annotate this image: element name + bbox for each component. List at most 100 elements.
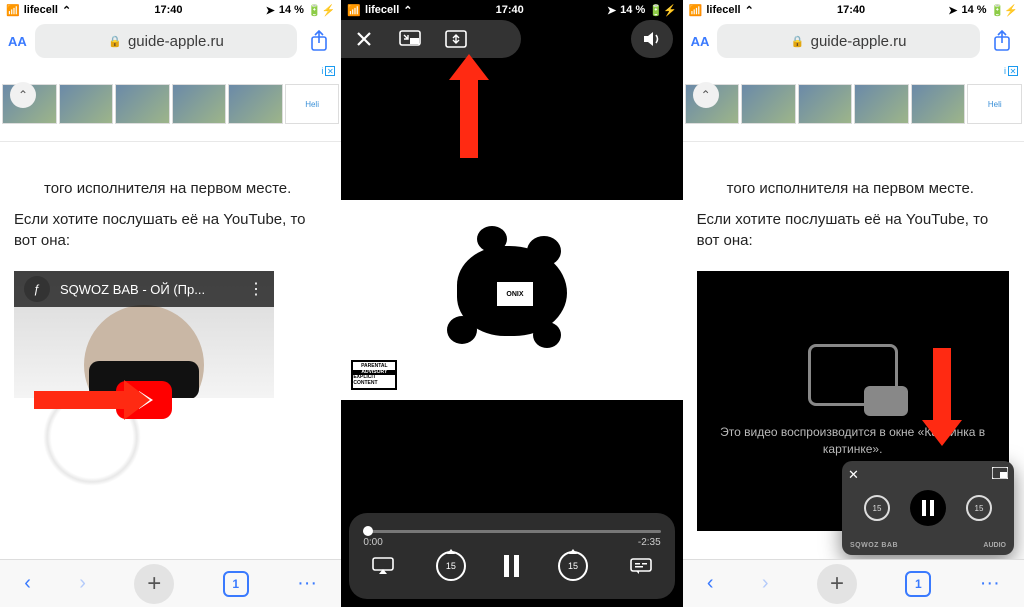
tabs-button[interactable]: 1 bbox=[223, 571, 249, 597]
video-content: ONIX PARENTAL ADVISORY EXPLICIT CONTENT bbox=[341, 200, 682, 400]
ad-thumb[interactable] bbox=[741, 84, 796, 124]
text-size-button[interactable]: AA bbox=[8, 34, 27, 49]
url-field[interactable]: 🔒 guide-apple.ru bbox=[35, 24, 298, 58]
youtube-embed[interactable]: ƒ SQWOZ BAB - ОЙ (Пр... ⋮ bbox=[14, 271, 274, 528]
battery-label: 14 % bbox=[279, 4, 304, 16]
pip-pause-button[interactable] bbox=[910, 490, 946, 526]
article-line-2: Если хотите послушать её на YouTube, то … bbox=[697, 209, 1010, 251]
skip-forward-button[interactable]: 15 bbox=[558, 551, 588, 581]
channel-avatar[interactable]: ƒ bbox=[24, 276, 50, 302]
pip-brand-right: AUDIO bbox=[983, 542, 1006, 549]
volume-button[interactable] bbox=[631, 20, 673, 58]
ad-banner[interactable]: i✕ Heli bbox=[0, 64, 341, 142]
signal-icon: 📶 bbox=[347, 4, 361, 17]
video-artwork: ONIX bbox=[437, 226, 587, 356]
safari-url-bar: AA 🔒 guide-apple.ru bbox=[0, 20, 341, 64]
collapse-button[interactable]: ⌃ bbox=[693, 82, 719, 108]
carrier-label: lifecell bbox=[706, 4, 740, 16]
artwork-label: ONIX bbox=[497, 282, 533, 306]
video-title: SQWOZ BAB - ОЙ (Пр... bbox=[60, 282, 238, 297]
share-button[interactable] bbox=[305, 27, 333, 55]
ad-thumb[interactable] bbox=[228, 84, 283, 124]
pip-skip-forward-button[interactable]: 15 bbox=[966, 495, 992, 521]
carrier-label: lifecell bbox=[365, 4, 399, 16]
ad-thumb[interactable] bbox=[854, 84, 909, 124]
ad-thumb[interactable] bbox=[172, 84, 227, 124]
carrier-label: lifecell bbox=[24, 4, 58, 16]
battery-label: 14 % bbox=[962, 4, 987, 16]
status-time: 17:40 bbox=[754, 4, 948, 16]
safari-toolbar: ‹ › + 1 ··· bbox=[0, 559, 341, 607]
more-icon[interactable]: ⋮ bbox=[248, 279, 264, 299]
ios-status-bar: 📶lifecell⌃ 17:40 ➤14 %🔋⚡ bbox=[683, 0, 1024, 20]
ad-thumb[interactable] bbox=[59, 84, 114, 124]
lock-icon: 🔒 bbox=[108, 35, 122, 48]
captions-button[interactable] bbox=[627, 552, 655, 580]
battery-label: 14 % bbox=[620, 4, 645, 16]
ad-thumb-logo[interactable]: Heli bbox=[285, 84, 340, 124]
article-line-1: того исполнителя на первом месте. bbox=[14, 178, 327, 199]
status-time: 17:40 bbox=[413, 4, 607, 16]
screenshot-fullscreen-player: 📶lifecell⌃ 17:40 ➤14 %🔋⚡ ONIX bbox=[341, 0, 682, 607]
forward-button[interactable]: › bbox=[762, 572, 769, 595]
menu-button[interactable]: ··· bbox=[980, 572, 1000, 595]
wifi-icon: ⌃ bbox=[62, 4, 71, 17]
url-field[interactable]: 🔒 guide-apple.ru bbox=[717, 24, 980, 58]
pip-window[interactable]: ✕ 15 15 SQWOZ BAB AUDIO bbox=[842, 461, 1014, 555]
forward-button[interactable]: › bbox=[79, 572, 86, 595]
tabs-button[interactable]: 1 bbox=[905, 571, 931, 597]
annotation-arrow-play bbox=[34, 380, 150, 420]
ad-label[interactable]: i✕ bbox=[1004, 66, 1018, 76]
share-button[interactable] bbox=[988, 27, 1016, 55]
pip-close-button[interactable]: ✕ bbox=[848, 467, 859, 483]
lock-icon: 🔒 bbox=[791, 35, 805, 48]
screenshot-safari-youtube: 📶 lifecell ⌃ 17:40 ➤ 14 % 🔋⚡ AA 🔒 guide-… bbox=[0, 0, 341, 607]
ad-thumb[interactable] bbox=[911, 84, 966, 124]
player-bottom-controls: 0:00 -2:35 15 15 bbox=[349, 513, 674, 599]
time-remaining: -2:35 bbox=[638, 537, 661, 548]
close-player-button[interactable] bbox=[341, 20, 387, 58]
annotation-arrow-pip-window bbox=[922, 348, 962, 446]
battery-icon: 🔋⚡ bbox=[308, 4, 335, 17]
pip-button[interactable] bbox=[387, 20, 433, 58]
pause-button[interactable] bbox=[504, 555, 519, 577]
safari-url-bar: AA 🔒 guide-apple.ru bbox=[683, 20, 1024, 64]
safari-toolbar: ‹ › + 1 ··· bbox=[683, 559, 1024, 607]
ad-thumb[interactable] bbox=[798, 84, 853, 124]
ios-status-bar: 📶lifecell⌃ 17:40 ➤14 %🔋⚡ bbox=[341, 0, 682, 20]
new-tab-button[interactable]: + bbox=[817, 564, 857, 604]
ad-banner[interactable]: i✕ Heli bbox=[683, 64, 1024, 142]
article-line-2: Если хотите послушать её на YouTube, то … bbox=[14, 209, 327, 251]
time-elapsed: 0:00 bbox=[363, 537, 382, 548]
back-button[interactable]: ‹ bbox=[24, 572, 31, 595]
article-text: того исполнителя на первом месте. Если х… bbox=[0, 168, 341, 271]
aspect-button[interactable] bbox=[433, 20, 479, 58]
status-time: 17:40 bbox=[71, 4, 265, 16]
screenshot-pip-active: 📶lifecell⌃ 17:40 ➤14 %🔋⚡ AA 🔒 guide-appl… bbox=[683, 0, 1024, 607]
pip-skip-back-button[interactable]: 15 bbox=[864, 495, 890, 521]
annotation-arrow-pip bbox=[449, 54, 489, 158]
url-text: guide-apple.ru bbox=[128, 33, 224, 50]
menu-button[interactable]: ··· bbox=[297, 572, 317, 595]
url-text: guide-apple.ru bbox=[811, 33, 907, 50]
back-button[interactable]: ‹ bbox=[707, 572, 714, 595]
pip-brand-left: SQWOZ BAB bbox=[850, 542, 898, 549]
pip-restore-button[interactable] bbox=[992, 467, 1008, 479]
article-text: того исполнителя на первом месте. Если х… bbox=[683, 168, 1024, 271]
pip-placeholder-icon bbox=[808, 344, 898, 406]
text-size-button[interactable]: AA bbox=[691, 34, 710, 49]
scrubber[interactable]: 0:00 -2:35 bbox=[363, 523, 660, 539]
ad-thumb-logo[interactable]: Heli bbox=[967, 84, 1022, 124]
ad-thumb[interactable] bbox=[115, 84, 170, 124]
new-tab-button[interactable]: + bbox=[134, 564, 174, 604]
airplay-button[interactable] bbox=[369, 552, 397, 580]
signal-icon: 📶 bbox=[6, 4, 20, 17]
article-line-1: того исполнителя на первом месте. bbox=[697, 178, 1010, 199]
parental-advisory-badge: PARENTAL ADVISORY EXPLICIT CONTENT bbox=[351, 360, 397, 390]
ad-label[interactable]: i✕ bbox=[321, 66, 335, 76]
ios-status-bar: 📶 lifecell ⌃ 17:40 ➤ 14 % 🔋⚡ bbox=[0, 0, 341, 20]
player-top-controls bbox=[341, 20, 521, 58]
collapse-button[interactable]: ⌃ bbox=[10, 82, 36, 108]
skip-back-button[interactable]: 15 bbox=[436, 551, 466, 581]
location-icon: ➤ bbox=[266, 4, 275, 17]
